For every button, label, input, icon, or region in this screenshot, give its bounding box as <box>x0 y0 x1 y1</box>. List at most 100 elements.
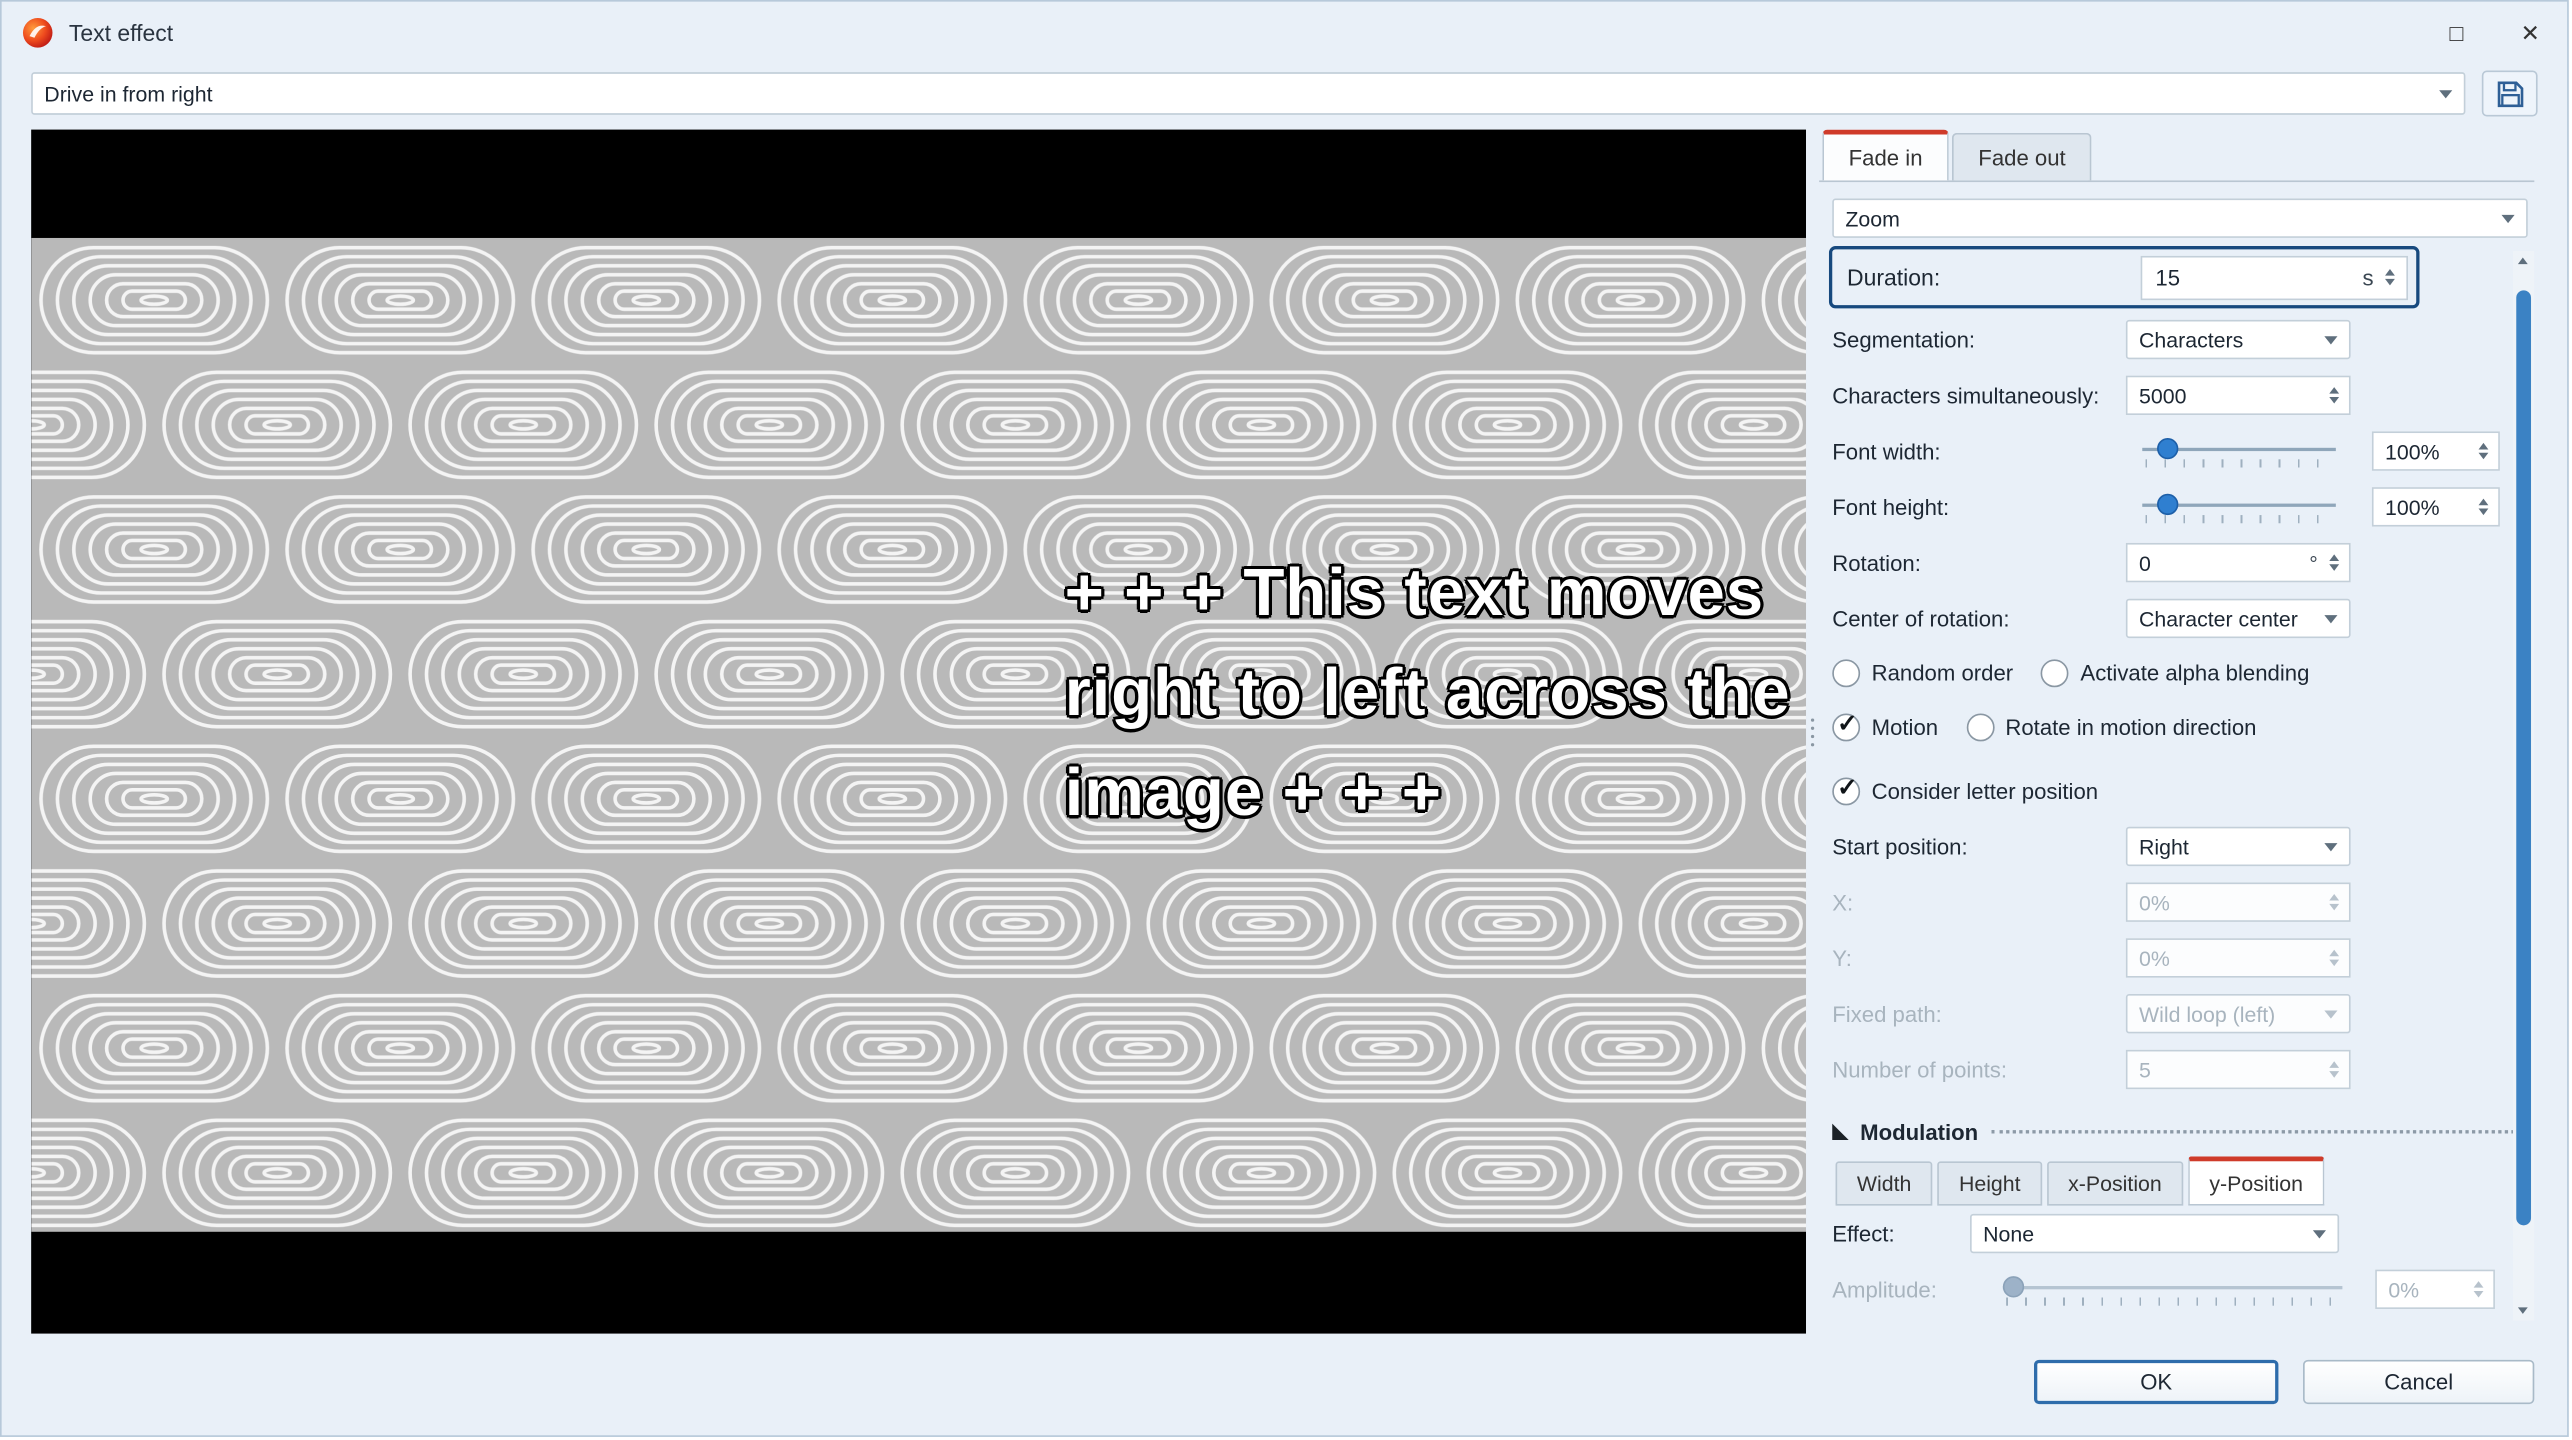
duration-row: Duration: 15 s <box>1828 246 2420 309</box>
ok-button[interactable]: OK <box>2034 1359 2279 1404</box>
spin-down-icon <box>2329 959 2340 967</box>
segmentation-value: Characters <box>2138 327 2244 352</box>
font-width-input[interactable]: 100% <box>2371 431 2500 471</box>
modulation-tabs: Width Height x-Position y-Position <box>1832 1156 2521 1206</box>
modulation-header[interactable]: Modulation <box>1832 1107 2522 1156</box>
tab-width[interactable]: Width <box>1835 1161 1933 1206</box>
spin-up-icon <box>2329 893 2340 901</box>
checkbox-rotate-in-motion-direction[interactable]: Rotate in motion direction <box>1965 713 2256 742</box>
modulation-amplitude-row: Amplitude: 0% <box>1832 1261 2521 1317</box>
modulation-effect-select[interactable]: None <box>1970 1213 2340 1254</box>
font-width-slider[interactable] <box>2142 433 2336 469</box>
font-height-row: Font height: 100% <box>1832 479 2521 535</box>
duration-value: 15 <box>2155 264 2181 290</box>
duration-input[interactable]: 15 s <box>2140 255 2409 300</box>
text-effect-dialog: Text effect □ ✕ Drive in from right + + … <box>0 0 2569 1437</box>
checkbox-box <box>1965 713 1994 742</box>
close-button[interactable]: ✕ <box>2493 2 2567 64</box>
cancel-button[interactable]: Cancel <box>2303 1359 2535 1404</box>
amplitude-input: 0% <box>2375 1269 2495 1309</box>
spin-up-icon[interactable] <box>2478 498 2489 506</box>
tab-fade-out[interactable]: Fade out <box>1952 132 2092 181</box>
center-of-rotation-value: Character center <box>2138 606 2298 631</box>
spin-down-icon[interactable] <box>2385 278 2395 286</box>
characters-simultaneously-input[interactable]: 5000 <box>2125 375 2351 416</box>
checkbox-motion[interactable]: ✓ Motion <box>1832 710 1939 742</box>
checkbox-random-order[interactable]: Random order <box>1832 659 2013 688</box>
preset-select[interactable]: Drive in from right <box>31 72 2466 115</box>
font-height-input[interactable]: 100% <box>2371 487 2500 527</box>
tab-height[interactable]: Height <box>1937 1161 2042 1206</box>
amplitude-slider <box>2002 1271 2343 1307</box>
dropdown-arrow-icon <box>2324 614 2338 623</box>
rotation-row: Rotation: 0 ° <box>1832 535 2521 591</box>
effect-type-select[interactable]: Zoom <box>1832 198 2528 238</box>
rotation-value: 0 <box>2138 550 2151 575</box>
slider-thumb <box>2002 1276 2025 1298</box>
y-row: Y: 0% <box>1832 930 2521 986</box>
segmentation-row: Segmentation: Characters <box>1832 312 2521 368</box>
tab-fade-in[interactable]: Fade in <box>1822 129 1949 181</box>
start-position-value: Right <box>2138 834 2189 859</box>
tab-y-position[interactable]: y-Position <box>2188 1156 2325 1206</box>
font-width-row: Font width: 100% <box>1832 423 2521 479</box>
spin-down-icon[interactable] <box>2329 564 2340 571</box>
preset-row: Drive in from right <box>31 70 2538 117</box>
amplitude-label: Amplitude: <box>1832 1276 1937 1302</box>
dropdown-arrow-icon <box>2312 1229 2326 1238</box>
checkbox-box: ✓ <box>1832 774 1861 806</box>
splitter-handle[interactable] <box>1806 130 1819 1334</box>
start-position-select[interactable]: Right <box>2125 826 2351 867</box>
preset-select-value: Drive in from right <box>44 81 213 106</box>
spin-up-icon[interactable] <box>2329 554 2340 561</box>
modulation-effect-label: Effect: <box>1832 1221 1895 1246</box>
dropdown-arrow-icon <box>2439 89 2453 98</box>
fixed-path-row: Fixed path: Wild loop (left) <box>1832 986 2521 1042</box>
dropdown-arrow-icon <box>2501 214 2515 223</box>
spin-up-icon <box>2473 1281 2484 1288</box>
font-height-slider[interactable] <box>2142 489 2336 525</box>
slider-thumb[interactable] <box>2157 437 2179 460</box>
checkbox-label: Motion <box>1871 715 1939 740</box>
center-of-rotation-row: Center of rotation: Character center <box>1832 591 2521 647</box>
scroll-down-icon[interactable] <box>2517 1307 2528 1314</box>
spin-down-icon[interactable] <box>2329 396 2340 404</box>
center-of-rotation-label: Center of rotation: <box>1832 606 2010 631</box>
scrollbar-thumb[interactable] <box>2516 290 2532 1226</box>
spin-down-icon[interactable] <box>2478 508 2489 516</box>
preview-text-line: right to left across the <box>1064 654 1791 730</box>
scroll-up-icon[interactable] <box>2517 257 2528 265</box>
spin-up-icon <box>2329 1061 2340 1068</box>
characters-simultaneously-row: Characters simultaneously: 5000 <box>1832 367 2521 423</box>
x-row: X: 0% <box>1832 874 2521 930</box>
main-area: + + + This text moves right to left acro… <box>31 129 2535 1334</box>
save-preset-button[interactable] <box>2481 70 2538 117</box>
y-value: 0% <box>2138 945 2170 971</box>
modulation-title: Modulation <box>1860 1119 1979 1145</box>
spin-down-icon[interactable] <box>2478 452 2489 460</box>
tab-x-position[interactable]: x-Position <box>2046 1161 2184 1206</box>
x-value: 0% <box>2138 889 2170 915</box>
checkbox-consider-letter-position[interactable]: ✓ Consider letter position <box>1832 774 2098 806</box>
characters-simultaneously-value: 5000 <box>2138 383 2187 408</box>
panel-scrollbar[interactable] <box>2512 250 2535 1321</box>
dropdown-arrow-icon <box>2324 335 2338 344</box>
preview-canvas[interactable]: + + + This text moves right to left acro… <box>31 129 1807 1334</box>
spin-up-icon[interactable] <box>2385 269 2395 276</box>
font-height-label: Font height: <box>1832 494 1950 520</box>
segmentation-select[interactable]: Characters <box>2125 319 2351 360</box>
duration-spinner <box>2378 269 2401 286</box>
preview-text-line: image + + + <box>1064 754 1442 831</box>
center-of-rotation-select[interactable]: Character center <box>2125 598 2351 639</box>
checkbox-activate-alpha-blending[interactable]: Activate alpha blending <box>2041 659 2309 688</box>
maximize-button[interactable]: □ <box>2419 2 2493 64</box>
rotation-input[interactable]: 0 ° <box>2125 542 2351 583</box>
fade-tabs: Fade in Fade out <box>1819 129 2535 183</box>
segmentation-label: Segmentation: <box>1832 327 1976 352</box>
spin-up-icon[interactable] <box>2329 387 2340 394</box>
amplitude-value: 0% <box>2388 1276 2420 1302</box>
font-width-label: Font width: <box>1832 438 1941 464</box>
spin-up-icon[interactable] <box>2478 442 2489 450</box>
rotation-label: Rotation: <box>1832 550 1921 575</box>
slider-thumb[interactable] <box>2157 493 2179 516</box>
